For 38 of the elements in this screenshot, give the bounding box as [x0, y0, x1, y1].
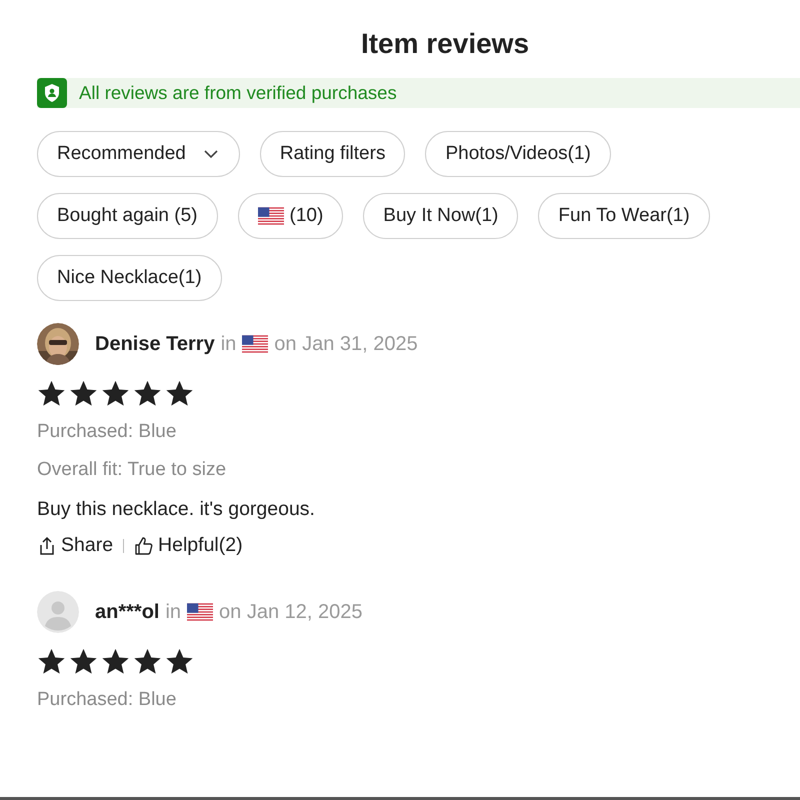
filter-chip[interactable]: (10) — [238, 193, 344, 239]
star-icon — [69, 379, 98, 408]
star-icon — [69, 647, 98, 676]
purchase-detail: Purchased: Blue — [37, 420, 178, 444]
star-icon — [37, 647, 66, 676]
filter-chip[interactable]: Photos/Videos(1) — [425, 131, 611, 177]
star-icon — [165, 379, 194, 408]
star-icon — [133, 379, 162, 408]
location-label: in — [165, 600, 182, 624]
flag-icon — [258, 207, 284, 225]
filter-chip[interactable]: Rating filters — [260, 131, 406, 177]
review-date: on Jan 31, 2025 — [274, 332, 418, 356]
reviewer-name: Denise Terry — [95, 332, 215, 356]
star-icon — [101, 647, 130, 676]
purchase-detail: Purchased: Blue — [37, 688, 178, 712]
reviewer-name: an***ol — [95, 600, 160, 624]
purchase-detail: Overall fit: True to size — [37, 458, 228, 482]
flag-icon — [242, 335, 268, 353]
review-date: on Jan 12, 2025 — [219, 600, 363, 624]
filter-chip[interactable]: Fun To Wear(1) — [538, 193, 710, 239]
filter-chip[interactable]: Nice Necklace(1) — [37, 255, 222, 301]
review-text: Buy this necklace. it's gorgeous. — [37, 497, 316, 522]
shield-icon — [37, 78, 67, 108]
star-icon — [101, 379, 130, 408]
verified-text: All reviews are from verified purchases — [79, 82, 397, 104]
star-icon — [165, 647, 194, 676]
thumbs-up-icon — [134, 536, 154, 556]
star-icon — [37, 379, 66, 408]
flag-icon — [187, 603, 214, 621]
filter-chip[interactable]: Bought again (5) — [37, 193, 218, 239]
helpful-button[interactable]: Helpful(2) — [134, 534, 243, 557]
page-title: Item reviews — [360, 28, 530, 60]
location-label: in — [220, 332, 236, 356]
avatar-icon — [37, 591, 79, 633]
filter-chip[interactable]: Buy It Now(1) — [363, 193, 518, 239]
share-button[interactable]: Share — [37, 534, 114, 557]
sort-dropdown[interactable]: Recommended — [37, 131, 240, 177]
star-icon — [133, 647, 162, 676]
